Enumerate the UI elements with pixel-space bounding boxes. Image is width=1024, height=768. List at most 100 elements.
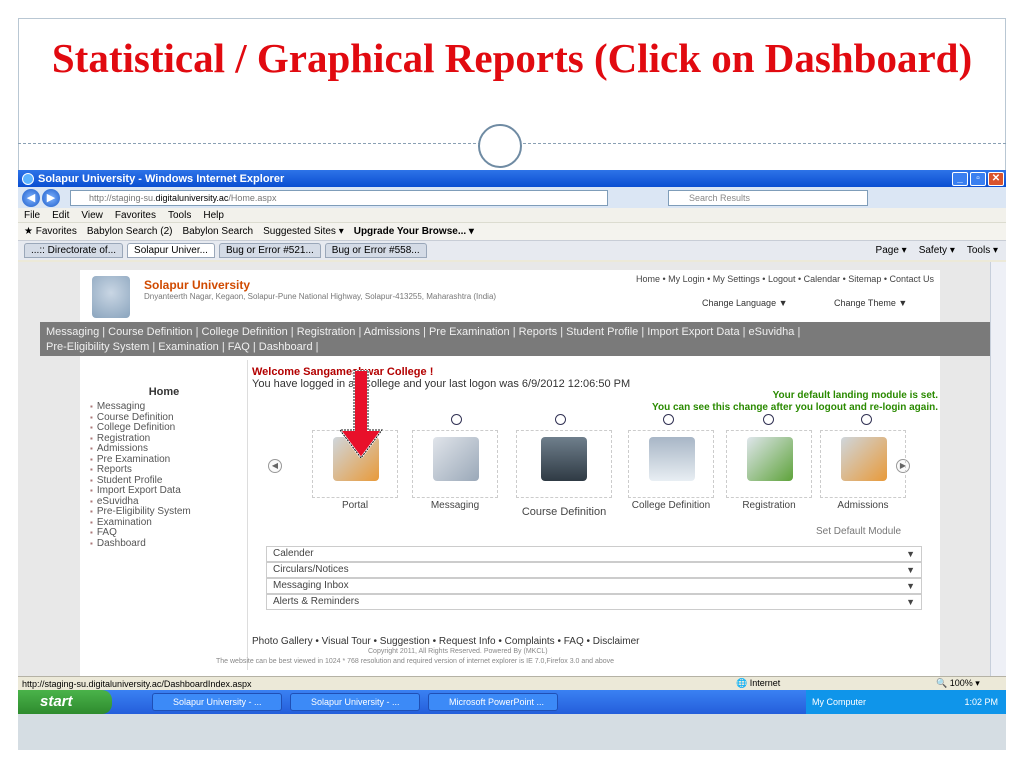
- module-tile-admissions[interactable]: [820, 430, 906, 498]
- landing-module-note: Your default landing module is set. You …: [652, 390, 938, 414]
- welcome-heading: Welcome Sangameshwar College !: [252, 366, 434, 378]
- radio-registration[interactable]: [763, 414, 774, 425]
- tab-bug-521[interactable]: Bug or Error #521...: [218, 243, 321, 258]
- vertical-scrollbar[interactable]: [990, 262, 1006, 676]
- clock: 1:02 PM: [964, 697, 998, 707]
- change-language-select[interactable]: Change Language ▼: [698, 296, 822, 312]
- module-label-college-definition[interactable]: College Definition: [621, 500, 721, 511]
- fav-link-upgrade[interactable]: Upgrade Your Browse... ▾: [354, 226, 474, 237]
- tab-directorate[interactable]: ...:: Directorate of...: [24, 243, 124, 258]
- fav-link-suggested[interactable]: Suggested Sites ▾: [263, 226, 344, 237]
- sidebar-item-messaging[interactable]: Messaging: [90, 401, 191, 413]
- radio-college-definition[interactable]: [663, 414, 674, 425]
- windows-taskbar: start Solapur University - ... Solapur U…: [18, 690, 1006, 714]
- sidebar-title: Home: [148, 386, 180, 398]
- status-zone: 🌐 Internet: [736, 678, 781, 688]
- menu-view[interactable]: View: [81, 210, 103, 221]
- maximize-button[interactable]: ▫: [970, 171, 986, 186]
- ie-status-bar: http://staging-su.digitaluniversity.ac/D…: [18, 676, 1006, 690]
- sidebar-item-reports[interactable]: Reports: [90, 464, 191, 476]
- fav-link-babylon[interactable]: Babylon Search: [182, 226, 253, 237]
- tab-bug-558[interactable]: Bug or Error #558...: [324, 243, 427, 258]
- fav-link-babylon-2[interactable]: Babylon Search (2): [87, 226, 173, 237]
- cmd-safety[interactable]: Safety ▾: [919, 245, 955, 256]
- zoom-level[interactable]: 🔍 100% ▾: [936, 678, 1006, 689]
- radio-course-definition[interactable]: [555, 414, 566, 425]
- ie-logo-icon: [22, 172, 34, 185]
- module-label-registration[interactable]: Registration: [719, 500, 819, 511]
- change-theme-select[interactable]: Change Theme ▼: [830, 296, 934, 312]
- taskbar-item-solapur-1[interactable]: Solapur University - ...: [152, 693, 282, 711]
- system-tray: My Computer 1:02 PM: [806, 690, 1006, 714]
- title-circle-ornament: [478, 124, 522, 168]
- menu-file[interactable]: File: [24, 210, 40, 221]
- sidebar-item-dashboard[interactable]: Dashboard: [90, 538, 191, 550]
- module-label-course-definition[interactable]: Course Definition: [514, 506, 614, 518]
- set-default-module-link[interactable]: Set Default Module: [816, 526, 901, 537]
- note-line-2: You can see this change after you logout…: [652, 402, 938, 413]
- slide: Statistical / Graphical Reports (Click o…: [0, 0, 1024, 768]
- footer-links[interactable]: Photo Gallery • Visual Tour • Suggestion…: [252, 636, 639, 647]
- note-line-1: Your default landing module is set.: [772, 390, 938, 401]
- top-links[interactable]: Home • My Login • My Settings • Logout •…: [636, 274, 934, 284]
- menu-favorites[interactable]: Favorites: [115, 210, 156, 221]
- tab-solapur[interactable]: Solapur Univer...: [127, 243, 215, 258]
- accordion-messaging-inbox[interactable]: Messaging Inbox ▼: [266, 578, 922, 594]
- best-view-text: The website can be best viewed in 1024 *…: [216, 658, 615, 665]
- sidebar-item-faq[interactable]: FAQ: [90, 527, 191, 539]
- carousel-prev-icon[interactable]: ◀: [268, 459, 282, 473]
- menubar-line-1[interactable]: Messaging | Course Definition | College …: [46, 325, 984, 340]
- menu-edit[interactable]: Edit: [52, 210, 69, 221]
- minimize-button[interactable]: _: [952, 171, 968, 186]
- tab-strip: ...:: Directorate of... Solapur Univer..…: [18, 240, 1006, 260]
- close-button[interactable]: ✕: [988, 171, 1004, 186]
- university-name[interactable]: Solapur University: [144, 278, 250, 292]
- start-button[interactable]: start: [18, 690, 112, 714]
- sidebar-item-college-definition[interactable]: College Definition: [90, 422, 191, 434]
- ie-menubar: File Edit View Favorites Tools Help: [18, 208, 1006, 222]
- favorites-star-icon[interactable]: ★ Favorites: [24, 226, 77, 237]
- welcome-block: Welcome Sangameshwar College ! You have …: [252, 366, 630, 390]
- address-input[interactable]: http://staging-su.digitaluniversity.ac/H…: [70, 189, 608, 206]
- module-tile-course-definition[interactable]: [516, 430, 612, 498]
- tray-label[interactable]: My Computer: [812, 690, 866, 714]
- back-icon[interactable]: ◀: [22, 188, 40, 207]
- radio-messaging[interactable]: [451, 414, 462, 425]
- web-page: Solapur University Dnyanteerth Nagar, Ke…: [40, 270, 990, 676]
- radio-admissions[interactable]: [861, 414, 872, 425]
- window-title: Solapur University - Windows Internet Ex…: [38, 172, 285, 185]
- module-label-messaging[interactable]: Messaging: [405, 500, 505, 511]
- university-logo: [92, 276, 130, 318]
- taskbar-item-solapur-2[interactable]: Solapur University - ...: [290, 693, 420, 711]
- copyright-text: Copyright 2011, All Rights Reserved. Pow…: [368, 648, 548, 655]
- module-tile-college-definition[interactable]: [628, 430, 714, 498]
- slide-title: Statistical / Graphical Reports (Click o…: [51, 35, 973, 81]
- university-address: Dnyanteerth Nagar, Kegaon, Solapur-Pune …: [144, 292, 497, 301]
- sidebar-list: Messaging Course Definition College Defi…: [90, 401, 191, 550]
- address-bar-row: ◀ ▶ http://staging-su.digitaluniversity.…: [18, 187, 1006, 208]
- accordion-alerts[interactable]: Alerts & Reminders ▼: [266, 594, 922, 610]
- accordion-circulars[interactable]: Circulars/Notices ▼: [266, 562, 922, 578]
- module-tile-registration[interactable]: [726, 430, 812, 498]
- site-menubar: Messaging | Course Definition | College …: [40, 322, 990, 356]
- module-label-admissions[interactable]: Admissions: [813, 500, 913, 511]
- module-label-portal[interactable]: Portal: [305, 500, 405, 511]
- chevron-down-icon: ▼: [906, 581, 915, 591]
- sidebar-item-import-export[interactable]: Import Export Data: [90, 485, 191, 497]
- chevron-down-icon: ▼: [906, 597, 915, 607]
- cmd-page[interactable]: Page ▾: [876, 245, 907, 256]
- sidebar-item-admissions[interactable]: Admissions: [90, 443, 191, 455]
- chevron-down-icon: ▼: [906, 565, 915, 575]
- cmd-tools[interactable]: Tools ▾: [967, 245, 998, 256]
- menubar-line-2[interactable]: Pre-Eligibility System | Examination | F…: [46, 340, 984, 355]
- red-pointer-arrow-icon: [338, 370, 384, 458]
- forward-icon[interactable]: ▶: [42, 188, 60, 207]
- module-tile-messaging[interactable]: [412, 430, 498, 498]
- menu-help[interactable]: Help: [203, 210, 224, 221]
- taskbar-item-powerpoint[interactable]: Microsoft PowerPoint ...: [428, 693, 558, 711]
- accordion-calender[interactable]: Calender ▼: [266, 546, 922, 562]
- browser-viewport: Solapur University Dnyanteerth Nagar, Ke…: [18, 262, 990, 676]
- search-input[interactable]: Search Results: [668, 189, 868, 206]
- menu-tools[interactable]: Tools: [168, 210, 191, 221]
- sidebar-item-pre-eligibility[interactable]: Pre-Eligibility System: [90, 506, 191, 518]
